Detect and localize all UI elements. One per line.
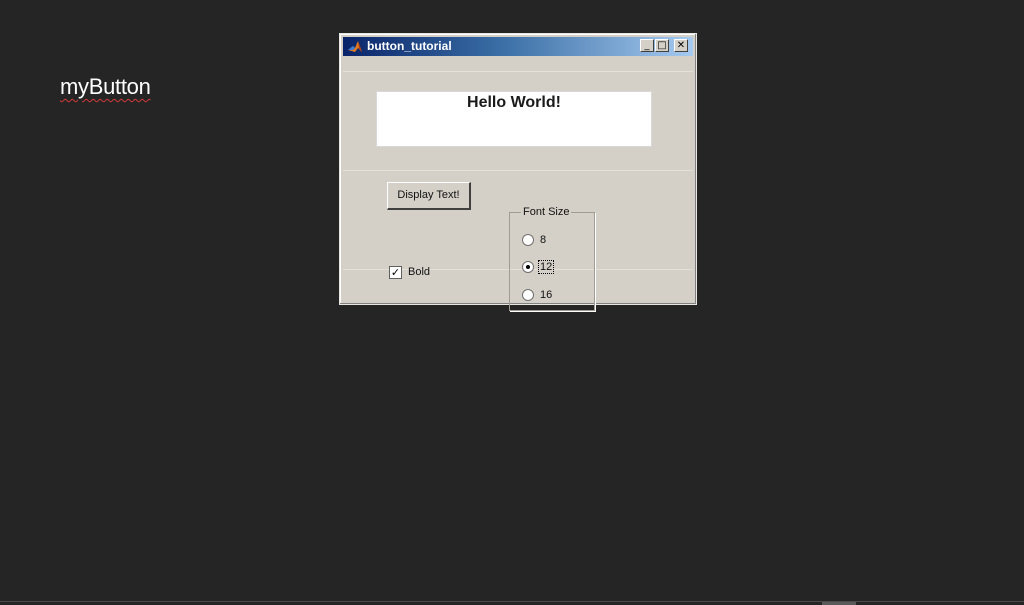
- separator: [343, 170, 693, 171]
- radio-label-8[interactable]: 8: [539, 234, 547, 246]
- font-size-group: Font Size 8 12 16: [509, 205, 595, 311]
- bold-checkbox-label[interactable]: Bold: [408, 266, 430, 279]
- display-text-button[interactable]: Display Text!: [387, 182, 471, 210]
- close-button[interactable]: ✕: [674, 39, 688, 52]
- display-text: Hello World!: [467, 94, 561, 111]
- radio-label-16[interactable]: 16: [539, 289, 553, 301]
- radio-button-8[interactable]: [522, 234, 534, 246]
- window-title: button_tutorial: [367, 39, 452, 53]
- minimize-button[interactable]: _: [640, 39, 654, 52]
- page-label: myButton: [60, 74, 151, 99]
- window-client-area: Hello World! Display Text! ✓ Bold Font S…: [343, 56, 693, 311]
- title-bar[interactable]: button_tutorial _ □ ✕: [343, 37, 693, 56]
- maximize-button[interactable]: □: [655, 39, 669, 52]
- display-text-box: Hello World!: [376, 91, 652, 147]
- separator: [343, 71, 693, 72]
- bottom-divider: [0, 601, 1024, 602]
- radio-label-12[interactable]: 12: [537, 260, 555, 274]
- checkmark-icon: ✓: [390, 266, 401, 279]
- minimize-icon: _: [644, 40, 650, 51]
- app-window: button_tutorial _ □ ✕ Hello World! Displ…: [339, 33, 697, 311]
- radio-button-16[interactable]: [522, 289, 534, 301]
- matlab-icon: [348, 41, 362, 52]
- maximize-icon: □: [657, 40, 667, 51]
- font-size-group-title: Font Size: [521, 205, 572, 219]
- bold-checkbox[interactable]: ✓: [389, 266, 402, 279]
- close-icon: ✕: [676, 40, 686, 51]
- radio-button-12[interactable]: [522, 261, 534, 273]
